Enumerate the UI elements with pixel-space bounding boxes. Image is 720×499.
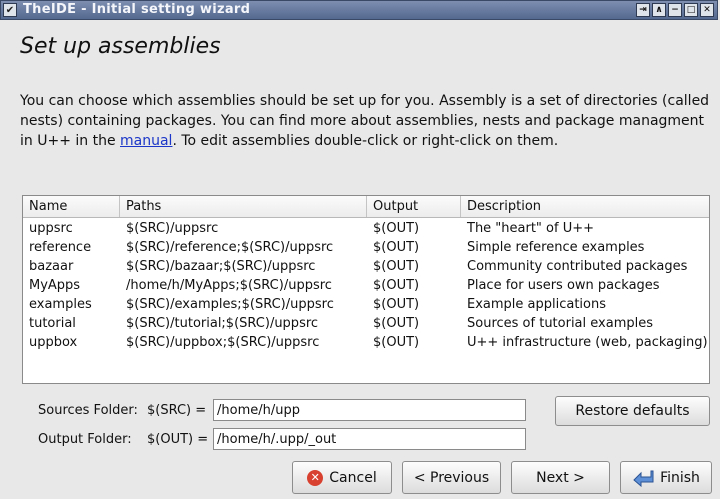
cell-name: bazaar [29, 259, 74, 274]
cell-description: The "heart" of U++ [467, 221, 595, 236]
cell-paths: $(SRC)/uppbox;$(SRC)/uppsrc [126, 335, 320, 350]
table-row[interactable]: uppbox $(SRC)/uppbox;$(SRC)/uppsrc $(OUT) U… [23, 333, 709, 352]
table-row[interactable]: MyApps/home/h/MyApps;$(SRC)/uppsrc $(OUT)… [23, 276, 709, 295]
column-header-description[interactable]: Description [461, 196, 709, 217]
cancel-label: Cancel [329, 469, 377, 486]
cancel-icon: ✕ [307, 469, 324, 486]
sources-var-label: $(SRC) = [147, 403, 207, 418]
shade-window-button[interactable]: ⇥ [636, 3, 650, 17]
sources-folder-input[interactable] [213, 399, 526, 421]
title-bar: ✔ TheIDE - Initial setting wizard ⇥ ∧ − … [0, 0, 718, 20]
cell-description: Community contributed packages [467, 259, 688, 274]
cancel-button[interactable]: ✕ Cancel [292, 461, 392, 494]
cell-name: reference [29, 240, 92, 255]
output-folder-label: Output Folder: [38, 432, 132, 447]
manual-link[interactable]: manual [120, 133, 172, 149]
column-header-name[interactable]: Name [23, 196, 120, 217]
column-header-paths[interactable]: Paths [120, 196, 367, 217]
page-description: You can choose which assemblies should b… [20, 91, 710, 151]
cell-paths: $(SRC)/bazaar;$(SRC)/uppsrc [126, 259, 316, 274]
cell-output: $(OUT) [373, 278, 420, 293]
page-heading: Set up assemblies [20, 34, 221, 59]
cell-output: $(OUT) [373, 297, 420, 312]
cell-description: Place for users own packages [467, 278, 660, 293]
previous-button[interactable]: < Previous [402, 461, 501, 494]
assemblies-table[interactable]: Name Paths Output Description uppsrc $(SR… [22, 195, 710, 384]
cell-output: $(OUT) [373, 221, 420, 236]
cell-description: Example applications [467, 297, 607, 312]
cell-paths: $(SRC)/tutorial;$(SRC)/uppsrc [126, 316, 319, 331]
maximize-button[interactable]: □ [684, 3, 698, 17]
window-title: TheIDE - Initial setting wizard [23, 2, 251, 17]
window-menu-button[interactable]: ✔ [3, 3, 17, 17]
cell-output: $(OUT) [373, 335, 420, 350]
cell-paths: $(SRC)/examples;$(SRC)/uppsrc [126, 297, 334, 312]
restore-defaults-label: Restore defaults [575, 403, 690, 419]
sources-folder-label: Sources Folder: [38, 403, 138, 418]
output-folder-input[interactable] [213, 428, 526, 450]
cell-description: U++ infrastructure (web, packaging) [467, 335, 708, 350]
restore-defaults-button[interactable]: Restore defaults [555, 396, 710, 426]
cell-name: uppsrc [29, 221, 73, 236]
cell-name: uppbox [29, 335, 78, 350]
table-row[interactable]: examples $(SRC)/examples;$(SRC)/uppsrc $(O… [23, 295, 709, 314]
description-text-end: . To edit assemblies double-click or rig… [172, 133, 559, 149]
output-var-label: $(OUT) = [147, 432, 209, 447]
table-row[interactable]: bazaar $(SRC)/bazaar;$(SRC)/uppsrc $(OUT) C… [23, 257, 709, 276]
table-row[interactable]: reference $(SRC)/reference;$(SRC)/uppsrc $… [23, 238, 709, 257]
window-controls: ⇥ ∧ − □ ✕ [636, 3, 714, 17]
finish-label: Finish [660, 469, 700, 486]
raise-window-button[interactable]: ∧ [652, 3, 666, 17]
cell-paths: $(SRC)/reference;$(SRC)/uppsrc [126, 240, 334, 255]
cell-paths: /home/h/MyApps;$(SRC)/uppsrc [126, 278, 332, 293]
column-header-output[interactable]: Output [367, 196, 461, 217]
table-header: Name Paths Output Description [23, 196, 709, 218]
finish-button[interactable]: Finish [620, 461, 712, 494]
cell-name: examples [29, 297, 92, 312]
cell-description: Sources of tutorial examples [467, 316, 653, 331]
next-button[interactable]: Next > [511, 461, 610, 494]
table-row[interactable]: uppsrc $(SRC)/uppsrc $(OUT) The "heart" of … [23, 219, 709, 238]
previous-label: < Previous [413, 469, 490, 486]
cell-name: MyApps [29, 278, 81, 293]
cell-output: $(OUT) [373, 316, 420, 331]
cell-name: tutorial [29, 316, 76, 331]
finish-arrow-icon [633, 470, 654, 487]
close-button[interactable]: ✕ [700, 3, 714, 17]
table-row[interactable]: tutorial $(SRC)/tutorial;$(SRC)/uppsrc $(O… [23, 314, 709, 333]
cell-paths: $(SRC)/uppsrc [126, 221, 219, 236]
cell-output: $(OUT) [373, 259, 420, 274]
minimize-button[interactable]: − [668, 3, 682, 17]
cell-description: Simple reference examples [467, 240, 645, 255]
cell-output: $(OUT) [373, 240, 420, 255]
next-label: Next > [536, 469, 585, 486]
